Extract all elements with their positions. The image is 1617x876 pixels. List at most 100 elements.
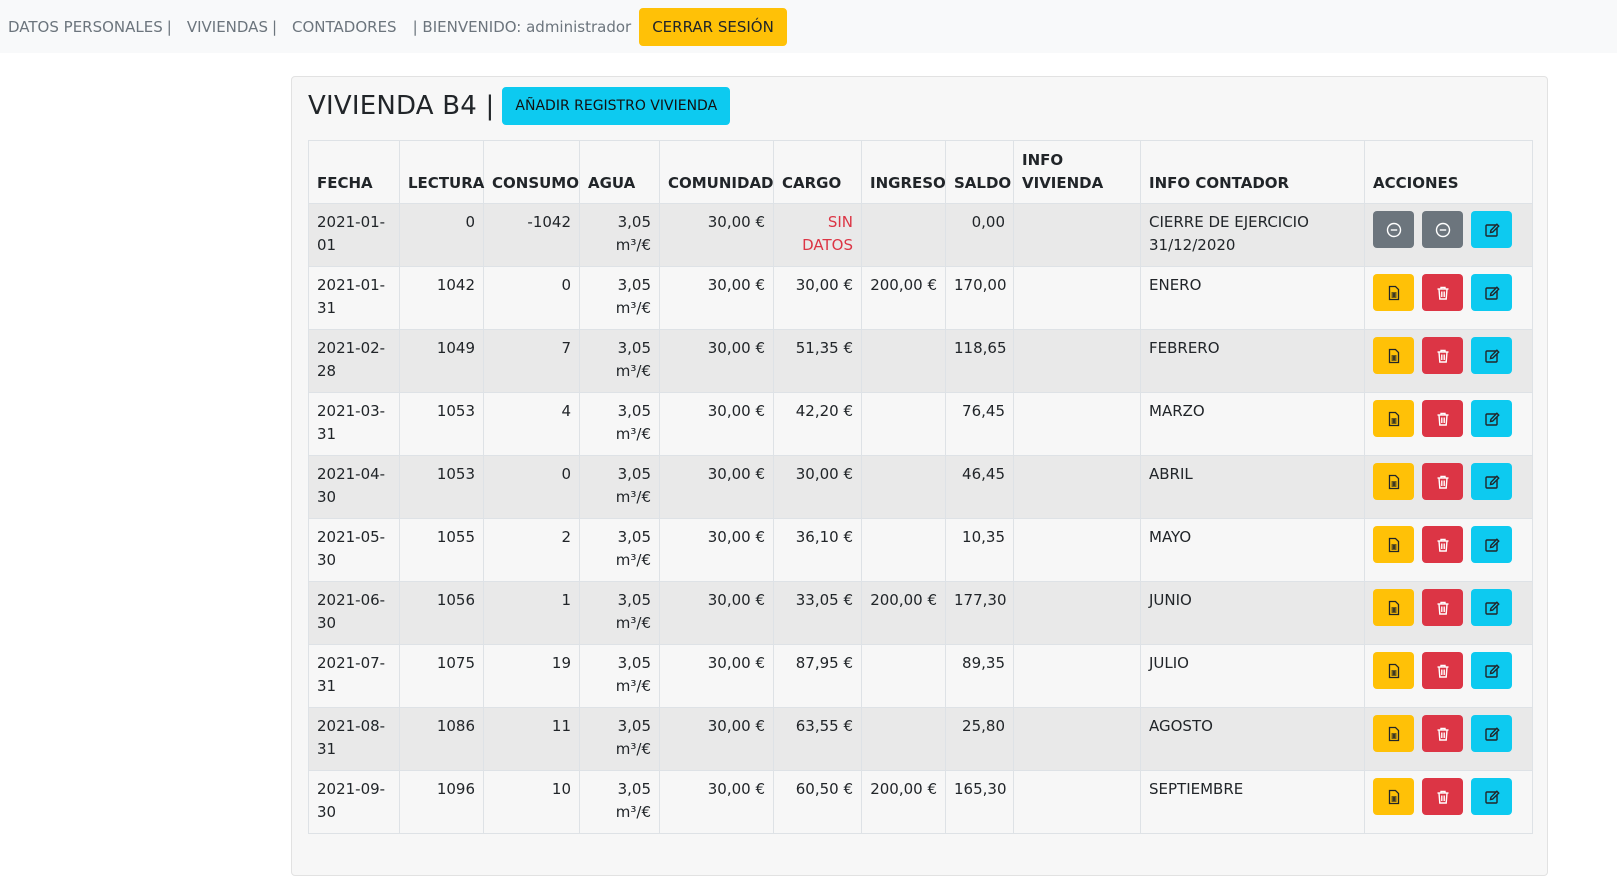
cell-agua: 3,05 m³/€ <box>579 581 660 645</box>
header-fecha: FECHA <box>308 140 400 204</box>
page-title: VIVIENDA B4 | <box>308 91 495 121</box>
edit-icon <box>1484 222 1500 238</box>
cell-cargo: 36,10 € <box>773 518 862 582</box>
cell-comunidad: 30,00 € <box>659 203 774 267</box>
edit-icon <box>1484 600 1500 616</box>
nav-contadores[interactable]: CONTADORES <box>292 18 397 36</box>
invoice-button[interactable] <box>1373 589 1414 626</box>
invoice-button[interactable] <box>1373 715 1414 752</box>
cell-consumo: 4 <box>483 392 580 456</box>
edit-button[interactable] <box>1471 463 1512 500</box>
cell-consumo: 0 <box>483 455 580 519</box>
edit-button[interactable] <box>1471 526 1512 563</box>
cell-info-contador: SEPTIEMBRE <box>1140 770 1365 834</box>
cell-saldo: 0,00 <box>945 203 1014 267</box>
delete-button[interactable] <box>1422 337 1463 374</box>
delete-button[interactable] <box>1422 526 1463 563</box>
cell-saldo: 118,65 <box>945 329 1014 393</box>
cell-lectura: 1075 <box>399 644 484 708</box>
cell-consumo: 11 <box>483 707 580 771</box>
edit-icon <box>1484 726 1500 742</box>
cell-comunidad: 30,00 € <box>659 581 774 645</box>
cell-lectura: 1056 <box>399 581 484 645</box>
close-period-button[interactable] <box>1373 211 1414 248</box>
cell-fecha: 2021-01-31 <box>308 266 400 330</box>
cell-ingreso <box>861 707 946 771</box>
records-table: FECHA LECTURA CONSUMO AGUA COMUNIDAD CAR… <box>308 140 1533 834</box>
cell-consumo: 7 <box>483 329 580 393</box>
cell-info-vivienda <box>1013 644 1141 708</box>
cell-cargo: 30,00 € <box>773 266 862 330</box>
logout-button[interactable]: CERRAR SESIÓN <box>639 7 787 46</box>
delete-button[interactable] <box>1422 589 1463 626</box>
table-row: 2021-09-30 1096 10 3,05 m³/€ 30,00 €60,50 €2… <box>308 770 1533 834</box>
edit-button[interactable] <box>1471 589 1512 626</box>
invoice-button[interactable] <box>1373 652 1414 689</box>
cell-agua: 3,05 m³/€ <box>579 518 660 582</box>
cell-acciones <box>1364 518 1533 582</box>
close-period-button[interactable] <box>1422 211 1463 248</box>
nav-viviendas[interactable]: VIVIENDAS <box>187 18 268 36</box>
delete-button[interactable] <box>1422 400 1463 437</box>
minus-circle-icon <box>1435 222 1451 238</box>
cell-acciones <box>1364 644 1533 708</box>
cell-ingreso <box>861 203 946 267</box>
cell-agua: 3,05 m³/€ <box>579 770 660 834</box>
cell-cargo: 33,05 € <box>773 581 862 645</box>
invoice-button[interactable] <box>1373 526 1414 563</box>
cell-consumo: -1042 <box>483 203 580 267</box>
cell-fecha: 2021-01-01 <box>308 203 400 267</box>
delete-button[interactable] <box>1422 463 1463 500</box>
header-ingreso: INGRESO <box>861 140 946 204</box>
cell-info-vivienda <box>1013 203 1141 267</box>
cell-consumo: 10 <box>483 770 580 834</box>
cell-acciones <box>1364 203 1533 267</box>
cell-cargo: 63,55 € <box>773 707 862 771</box>
trash-icon <box>1435 600 1451 616</box>
delete-button[interactable] <box>1422 274 1463 311</box>
edit-button[interactable] <box>1471 400 1512 437</box>
invoice-icon <box>1386 411 1402 427</box>
table-row: 2021-04-30 1053 0 3,05 m³/€ 30,00 €30,00 €46… <box>308 455 1533 519</box>
invoice-icon <box>1386 789 1402 805</box>
delete-button[interactable] <box>1422 652 1463 689</box>
edit-button[interactable] <box>1471 715 1512 752</box>
cell-comunidad: 30,00 € <box>659 518 774 582</box>
delete-button[interactable] <box>1422 715 1463 752</box>
cell-info-vivienda <box>1013 707 1141 771</box>
cell-ingreso <box>861 329 946 393</box>
cell-lectura: 1053 <box>399 392 484 456</box>
cell-info-vivienda <box>1013 392 1141 456</box>
invoice-button[interactable] <box>1373 337 1414 374</box>
edit-button[interactable] <box>1471 778 1512 815</box>
cell-comunidad: 30,00 € <box>659 329 774 393</box>
edit-icon <box>1484 663 1500 679</box>
edit-button[interactable] <box>1471 211 1512 248</box>
cell-saldo: 177,30 <box>945 581 1014 645</box>
vivienda-card: VIVIENDA B4 | AÑADIR REGISTRO VIVIENDA F… <box>291 76 1548 876</box>
nav-datos-personales[interactable]: DATOS PERSONALES <box>8 18 163 36</box>
edit-button[interactable] <box>1471 274 1512 311</box>
cell-info-vivienda <box>1013 329 1141 393</box>
cell-acciones <box>1364 329 1533 393</box>
edit-icon <box>1484 411 1500 427</box>
add-record-button[interactable]: AÑADIR REGISTRO VIVIENDA <box>502 87 731 125</box>
cell-ingreso <box>861 644 946 708</box>
edit-button[interactable] <box>1471 337 1512 374</box>
trash-icon <box>1435 474 1451 490</box>
invoice-button[interactable] <box>1373 274 1414 311</box>
table-header-row: FECHA LECTURA CONSUMO AGUA COMUNIDAD CAR… <box>308 140 1533 204</box>
invoice-button[interactable] <box>1373 400 1414 437</box>
card-header: VIVIENDA B4 | AÑADIR REGISTRO VIVIENDA <box>308 87 731 125</box>
table-row: 2021-02-28 1049 7 3,05 m³/€ 30,00 €51,35 € 11… <box>308 329 1533 393</box>
cell-lectura: 1042 <box>399 266 484 330</box>
edit-button[interactable] <box>1471 652 1512 689</box>
header-agua: AGUA <box>579 140 660 204</box>
invoice-button[interactable] <box>1373 463 1414 500</box>
cell-fecha: 2021-05-30 <box>308 518 400 582</box>
invoice-icon <box>1386 663 1402 679</box>
table-row: 2021-08-31 1086 11 3,05 m³/€ 30,00 €63,55 € 2… <box>308 707 1533 771</box>
table-row: 2021-01-01 0 -1042 3,05 m³/€ 30,00 € SIN DATO… <box>308 203 1533 267</box>
delete-button[interactable] <box>1422 778 1463 815</box>
invoice-button[interactable] <box>1373 778 1414 815</box>
